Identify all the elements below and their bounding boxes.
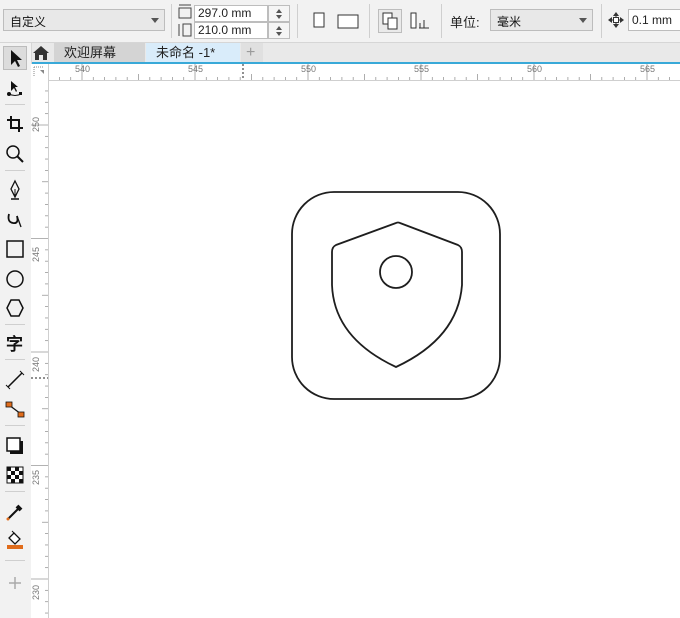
ruler-label: 565 — [640, 64, 656, 74]
ruler-origin[interactable] — [31, 64, 49, 81]
ruler-label: 230 — [31, 584, 41, 600]
all-pages-icon[interactable] — [378, 9, 402, 33]
nudge-distance-icon — [608, 12, 624, 28]
nudge-distance-field[interactable]: 0.1 mm — [628, 9, 680, 31]
tab-label: 未命名 -1* — [156, 45, 216, 60]
ruler-label: 245 — [31, 246, 41, 262]
ellipse-tool-icon[interactable] — [3, 267, 27, 291]
chevron-down-icon — [151, 18, 159, 23]
page-height-field[interactable]: 210.0 mm — [194, 22, 268, 39]
security-shield-drawing[interactable] — [49, 81, 680, 618]
crop-tool-icon[interactable] — [3, 112, 27, 136]
toolbar-divider — [297, 4, 298, 38]
toolbox-divider — [5, 324, 25, 325]
ruler-label: 235 — [31, 469, 41, 485]
ruler-label: 560 — [527, 64, 543, 74]
eyedropper-icon[interactable] — [3, 500, 27, 524]
units-value: 毫米 — [497, 15, 522, 29]
toolbar-divider — [441, 4, 442, 38]
toolbox: 字 — [0, 43, 32, 618]
toolbar-divider — [171, 4, 172, 38]
spin-up-icon — [276, 26, 282, 30]
drawing-canvas[interactable] — [49, 81, 680, 618]
svg-text:字: 字 — [6, 334, 23, 355]
zoom-tool-icon[interactable] — [3, 142, 27, 166]
ruler-label: 240 — [31, 356, 41, 372]
page-width-icon — [178, 4, 192, 19]
artistic-media-icon[interactable] — [3, 208, 27, 232]
toolbar-divider — [369, 4, 370, 38]
text-tool-icon[interactable]: 字 — [3, 331, 27, 355]
ruler-label: 250 — [31, 116, 41, 132]
shield-keyhole-circle — [379, 255, 413, 289]
new-tab-button[interactable]: + — [241, 43, 263, 63]
ruler-label: 555 — [414, 64, 430, 74]
units-label: 单位: — [450, 15, 480, 30]
tab-welcome-screen[interactable]: 欢迎屏幕 — [54, 43, 145, 63]
pick-tool-icon[interactable] — [3, 46, 27, 70]
vertical-ruler[interactable]: 250 245 240 235 230 — [31, 80, 49, 618]
ruler-label: 545 — [188, 64, 204, 74]
units-dropdown[interactable]: 毫米 — [490, 9, 593, 31]
landscape-orientation-icon[interactable] — [335, 9, 359, 33]
page-size-dropdown[interactable]: 自定义 — [3, 9, 165, 31]
transparency-icon[interactable] — [3, 463, 27, 487]
toolbox-divider — [5, 170, 25, 171]
spin-down-icon — [276, 15, 282, 19]
home-icon[interactable] — [32, 44, 50, 62]
interactive-fill-icon[interactable] — [3, 528, 27, 552]
ruler-label: 550 — [301, 64, 317, 74]
shield-outline — [331, 221, 463, 368]
page-height-spinner[interactable] — [268, 22, 290, 39]
shape-tool-icon[interactable] — [3, 76, 27, 100]
portrait-orientation-icon[interactable] — [307, 9, 331, 33]
toolbar-divider — [601, 4, 602, 38]
toolbox-divider — [5, 491, 25, 492]
toolbox-divider — [5, 359, 25, 360]
tab-label: 欢迎屏幕 — [64, 45, 117, 60]
toolbox-divider — [5, 425, 25, 426]
page-width-spinner[interactable] — [268, 5, 290, 22]
dimension-tool-icon[interactable] — [3, 368, 27, 392]
spin-down-icon — [276, 32, 282, 36]
drop-shadow-icon[interactable] — [3, 434, 27, 458]
chevron-down-icon — [579, 18, 587, 23]
document-tab-bar: 欢迎屏幕 未命名 -1* + — [31, 43, 680, 63]
connector-tool-icon[interactable] — [3, 397, 27, 421]
freehand-tool-icon[interactable] — [3, 178, 27, 202]
page-width-field[interactable]: 297.0 mm — [194, 5, 268, 22]
property-bar: 自定义 297.0 mm 210.0 mm 单位: 毫米 0.1 mm — [0, 0, 680, 43]
tab-untitled-1[interactable]: 未命名 -1* — [146, 43, 240, 63]
add-tool-icon[interactable] — [3, 571, 27, 595]
spin-up-icon — [276, 9, 282, 13]
add-tab-icon: + — [246, 44, 256, 61]
page-size-value: 自定义 — [10, 15, 47, 29]
horizontal-ruler[interactable]: 540 545 550 555 560 565 — [49, 64, 680, 81]
toolbox-divider — [5, 104, 25, 105]
page-height-icon — [178, 23, 192, 37]
rectangle-tool-icon[interactable] — [3, 237, 27, 261]
ruler-label: 540 — [75, 64, 91, 74]
toolbox-divider — [5, 560, 25, 561]
current-page-icon[interactable] — [408, 9, 432, 33]
polygon-tool-icon[interactable] — [3, 296, 27, 320]
